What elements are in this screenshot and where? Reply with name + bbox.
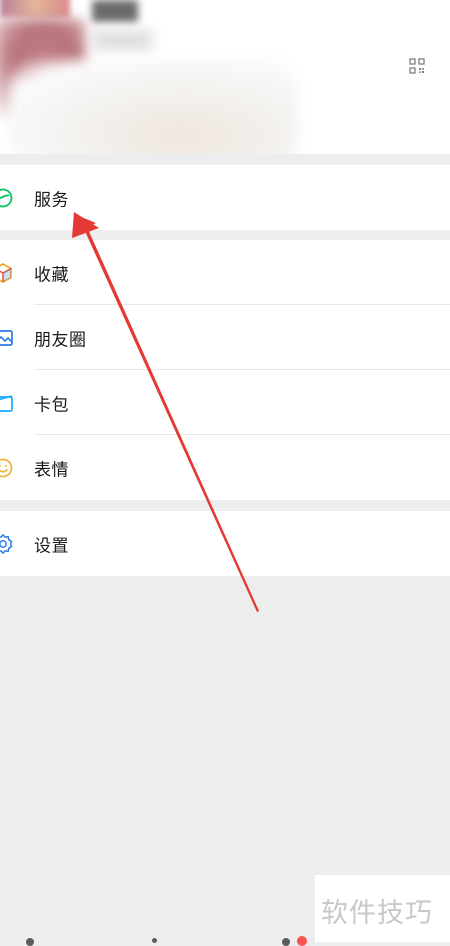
menu-item-moments[interactable]: 朋友圈 <box>0 305 450 370</box>
service-group: 服务 <box>0 165 450 230</box>
blurred-status-area <box>8 60 298 154</box>
menu-item-service[interactable]: 服务 <box>0 165 450 230</box>
menu-item-label: 表情 <box>34 460 69 480</box>
menu-item-cards[interactable]: 卡包 <box>0 370 450 435</box>
menu-item-settings[interactable]: 设置 <box>0 511 450 576</box>
features-group: 收藏 朋友圈 卡包 表情 <box>0 240 450 500</box>
menu-item-label: 收藏 <box>34 265 69 285</box>
menu-item-stickers[interactable]: 表情 <box>0 435 450 500</box>
tab-icon-chats[interactable] <box>26 938 34 946</box>
watermark-text: 软件技巧 <box>321 898 433 929</box>
service-icon <box>0 188 13 207</box>
menu-item-label: 服务 <box>34 190 69 210</box>
blurred-account-id <box>92 30 152 50</box>
blurred-nickname <box>92 0 138 22</box>
menu-item-label: 设置 <box>34 536 69 556</box>
watermark: 软件技巧 <box>315 875 450 942</box>
tab-icon-contacts[interactable] <box>152 938 157 943</box>
menu-item-label: 卡包 <box>34 395 69 415</box>
blurred-top-image <box>0 0 70 18</box>
profile-header[interactable] <box>0 0 450 154</box>
tab-icon-discover[interactable] <box>282 938 290 946</box>
menu-item-favorites[interactable]: 收藏 <box>0 240 450 305</box>
gear-icon <box>0 533 13 554</box>
settings-group: 设置 <box>0 511 450 576</box>
qr-code-icon[interactable] <box>409 58 425 74</box>
notification-badge <box>297 936 307 946</box>
menu-item-label: 朋友圈 <box>34 330 87 350</box>
smiley-icon <box>0 458 13 477</box>
cube-icon <box>0 262 12 283</box>
photo-icon <box>0 329 13 346</box>
card-wallet-icon <box>0 394 13 412</box>
